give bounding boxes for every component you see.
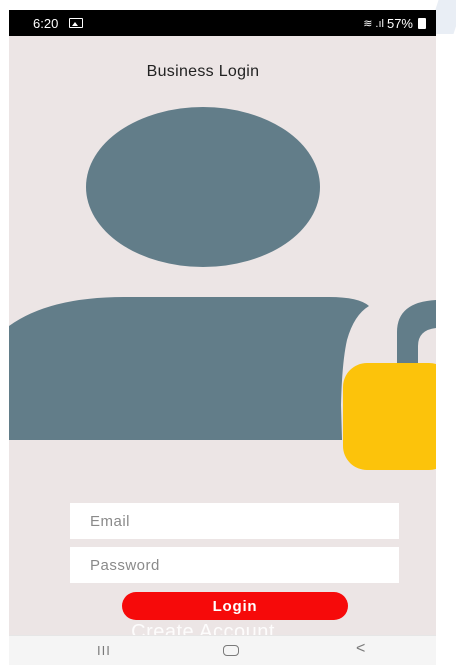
app-screen: 6:20 ≋ .ıl 57% Business Login Login Crea… xyxy=(9,10,436,665)
back-icon[interactable]: < xyxy=(356,640,365,658)
password-field[interactable] xyxy=(70,547,399,583)
recent-apps-icon[interactable]: III xyxy=(97,643,111,658)
email-field[interactable] xyxy=(70,503,399,539)
login-button[interactable]: Login xyxy=(122,592,348,620)
lock-body-shape xyxy=(343,363,436,470)
user-body-shape xyxy=(9,297,369,440)
user-head-shape xyxy=(86,107,320,267)
lock-shackle-shape xyxy=(397,300,436,370)
screen-frame: 6:20 ≋ .ıl 57% Business Login Login Crea… xyxy=(0,0,456,665)
home-icon[interactable] xyxy=(223,645,239,656)
system-nav-bar: III < xyxy=(9,635,436,665)
user-lock-illustration xyxy=(9,107,436,470)
